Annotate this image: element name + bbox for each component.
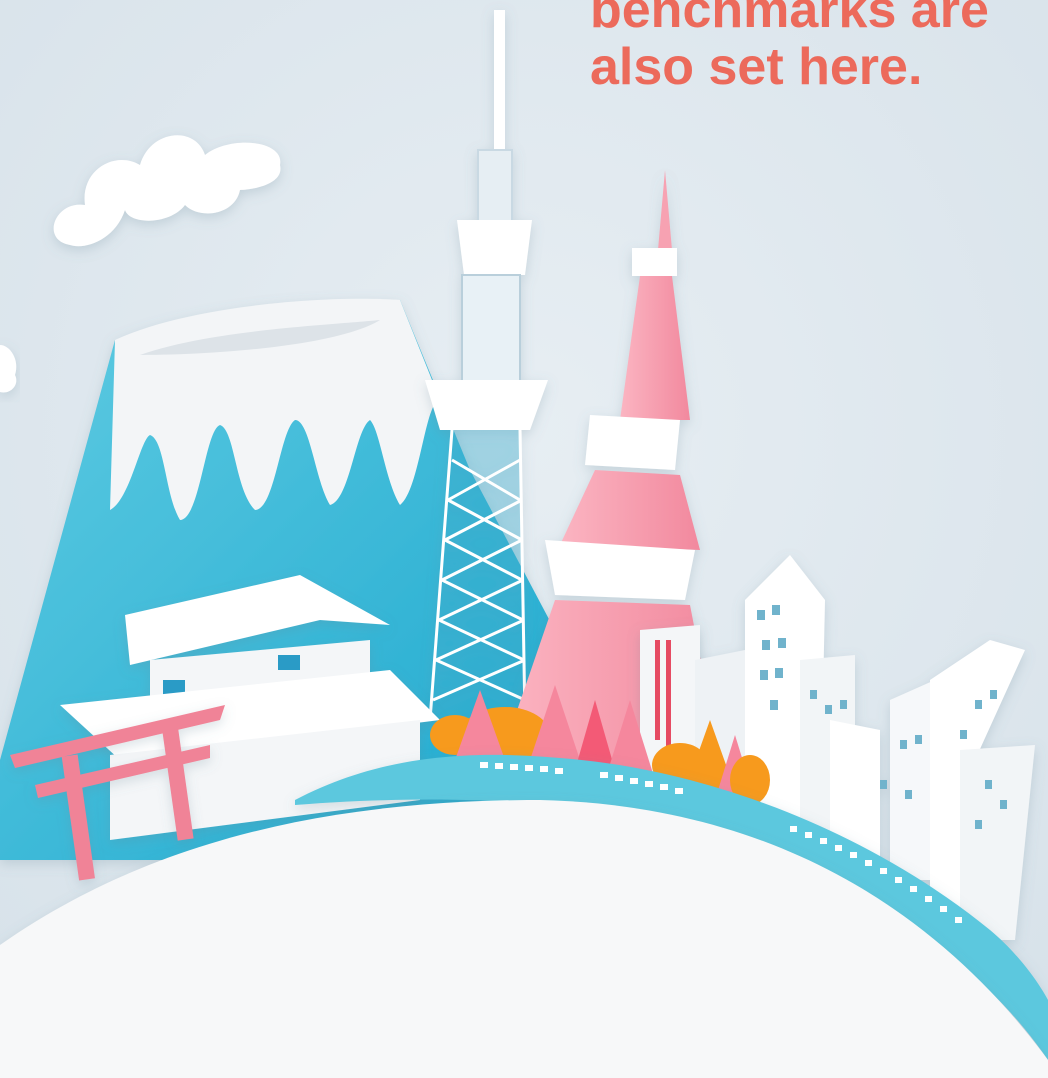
- tokyo-landmarks-illustration: [0, 0, 1048, 1078]
- headline-text: benchmarks are also set here.: [590, 0, 1030, 96]
- headline-line-2: also set here.: [590, 38, 923, 96]
- headline-line-1: benchmarks are: [590, 0, 989, 39]
